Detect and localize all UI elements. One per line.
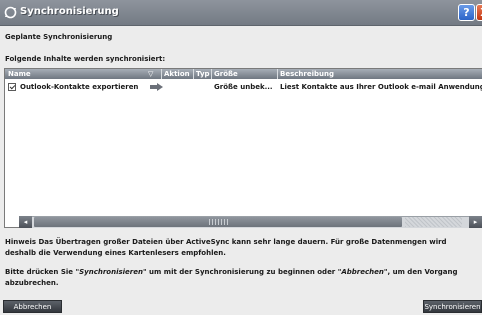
item-description: Liest Kontakte aus Ihrer Outlook e-mail … (280, 83, 482, 91)
scroll-left-icon[interactable]: ◂ (19, 216, 32, 228)
list-header: Name ▽ Aktion Typ Größe Beschreibung (5, 69, 482, 79)
notice-text: Hinweis Das Übertragen großer Dateien üb… (5, 238, 447, 257)
item-size: Größe unbek... (214, 83, 273, 91)
instruction-text: Bitte drücken Sie "Synchronisieren" um m… (5, 267, 479, 289)
column-header-description[interactable]: Beschreibung (280, 70, 334, 78)
column-separator (161, 69, 162, 79)
instruction-middle: um mit der Synchronisierung zu beginnen … (146, 268, 338, 276)
column-separator (277, 69, 278, 79)
item-checkbox[interactable] (8, 83, 16, 91)
close-button[interactable]: X (476, 4, 482, 21)
column-header-size[interactable]: Größe (214, 70, 238, 78)
window-title: Synchronisierung (20, 6, 119, 17)
sync-app-icon (4, 6, 17, 19)
arrow-right-icon (150, 83, 163, 91)
sync-dialog: Synchronisierung ? X Geplante Synchronis… (0, 0, 482, 315)
column-header-name[interactable]: Name (8, 70, 31, 78)
column-header-action[interactable]: Aktion (164, 70, 190, 78)
instruction-prefix: Bitte drücken Sie (5, 268, 76, 276)
help-button[interactable]: ? (458, 4, 475, 21)
column-header-type[interactable]: Typ (196, 70, 210, 78)
scroll-right-icon[interactable]: ▸ (469, 216, 482, 228)
cancel-button[interactable]: Abbrechen (3, 300, 62, 313)
title-bar[interactable]: Synchronisierung ? X (0, 0, 482, 26)
instruction-sync-word: "Synchronisieren" (75, 268, 147, 276)
column-separator (193, 69, 194, 79)
synchronize-button[interactable]: Synchronisieren (423, 300, 482, 313)
list-item[interactable]: Outlook-Kontakte exportieren Größe unbek… (5, 81, 482, 93)
section-label-scheduled: Geplante Synchronisierung (5, 33, 113, 41)
column-separator (211, 69, 212, 79)
section-label-contents: Folgende Inhalte werden synchronisiert: (5, 55, 166, 63)
scrollbar-grip (209, 219, 229, 225)
sync-items-list[interactable]: Name ▽ Aktion Typ Größe Beschreibung Out… (4, 68, 482, 228)
instruction-cancel-word: "Abbrechen" (337, 268, 388, 276)
column-header-sort-icon: ▽ (148, 70, 154, 78)
item-name: Outlook-Kontakte exportieren (20, 83, 139, 91)
scrollbar-track-hatch (405, 217, 462, 227)
